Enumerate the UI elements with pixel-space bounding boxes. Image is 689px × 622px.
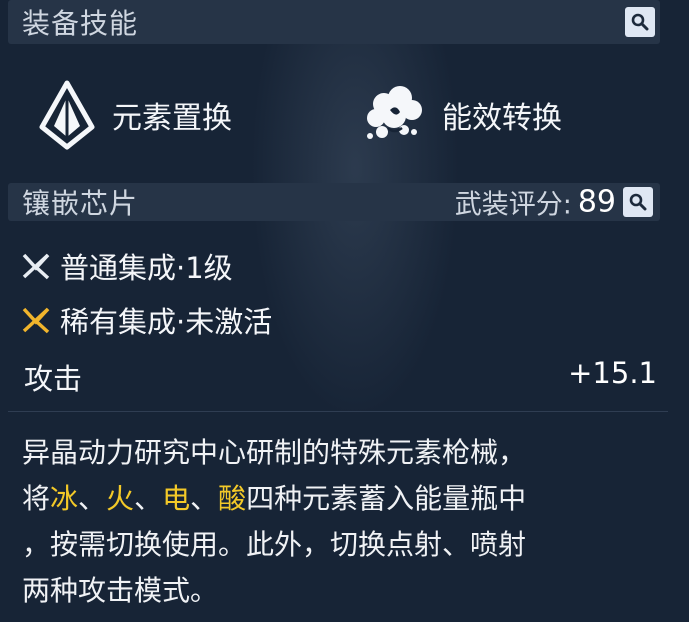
- chip-rare-integration: 稀有集成·未激活: [20, 300, 272, 340]
- description-prefix: 将: [22, 482, 51, 515]
- chip-label-common: 普通集成·1级: [60, 251, 233, 285]
- rating-value: 89: [577, 184, 616, 220]
- chip-crossed-icon: [22, 307, 50, 334]
- equipped-skills-title: 装备技能: [22, 7, 139, 40]
- stat-attack-row: 攻击 +15.1: [24, 356, 657, 396]
- chips-header: 镶嵌芯片 武装评分: 89: [8, 183, 660, 221]
- smoke-burst-icon: [367, 86, 422, 139]
- chip-crossed-icon: [22, 253, 50, 280]
- rating-label: 武装评分:: [454, 189, 572, 221]
- divider: [8, 411, 668, 412]
- chip-common-integration: 普通集成·1级: [20, 246, 233, 286]
- element-acid: 酸: [218, 482, 247, 515]
- element-fire: 火: [106, 482, 135, 515]
- description-line-1: 异晶动力研究中心研制的特殊元素枪械，: [22, 436, 527, 469]
- equipped-skills-header: 装备技能: [8, 0, 660, 44]
- skills-search-button[interactable]: [625, 7, 655, 37]
- chips-search-button[interactable]: [623, 187, 653, 217]
- separator: 、: [134, 482, 163, 515]
- description-line-2: 将冰、火、电、酸四种元素蓄入能量瓶中: [22, 476, 662, 522]
- armament-rating: 武装评分: 89: [455, 183, 616, 222]
- skill-element-swap[interactable]: 元素置换: [36, 76, 232, 154]
- description-suffix: 四种元素蓄入能量瓶中: [246, 482, 527, 515]
- separator: 、: [78, 482, 107, 515]
- element-ice: 冰: [50, 482, 79, 515]
- element-electric: 电: [162, 482, 191, 515]
- chips-title: 镶嵌芯片: [22, 187, 139, 220]
- stat-value: +15.1: [568, 356, 657, 390]
- stat-name: 攻击: [24, 362, 83, 396]
- magnifier-icon: [629, 193, 647, 211]
- chip-label-rare: 稀有集成·未激活: [60, 305, 273, 339]
- separator: 、: [190, 482, 219, 515]
- crystal-prism-icon: [39, 80, 95, 150]
- skill-label-energy-conversion: 能效转换: [442, 101, 562, 136]
- skill-label-element-swap: 元素置换: [112, 101, 232, 136]
- magnifier-icon: [631, 13, 649, 31]
- description-line-3: ，按需切换使用。此外，切换点射、喷射: [22, 528, 527, 561]
- weapon-description: 异晶动力研究中心研制的特殊元素枪械， 将冰、火、电、酸四种元素蓄入能量瓶中 ，按…: [22, 430, 662, 614]
- skill-energy-conversion[interactable]: 能效转换: [362, 76, 562, 154]
- description-line-4: 两种攻击模式。: [22, 574, 219, 607]
